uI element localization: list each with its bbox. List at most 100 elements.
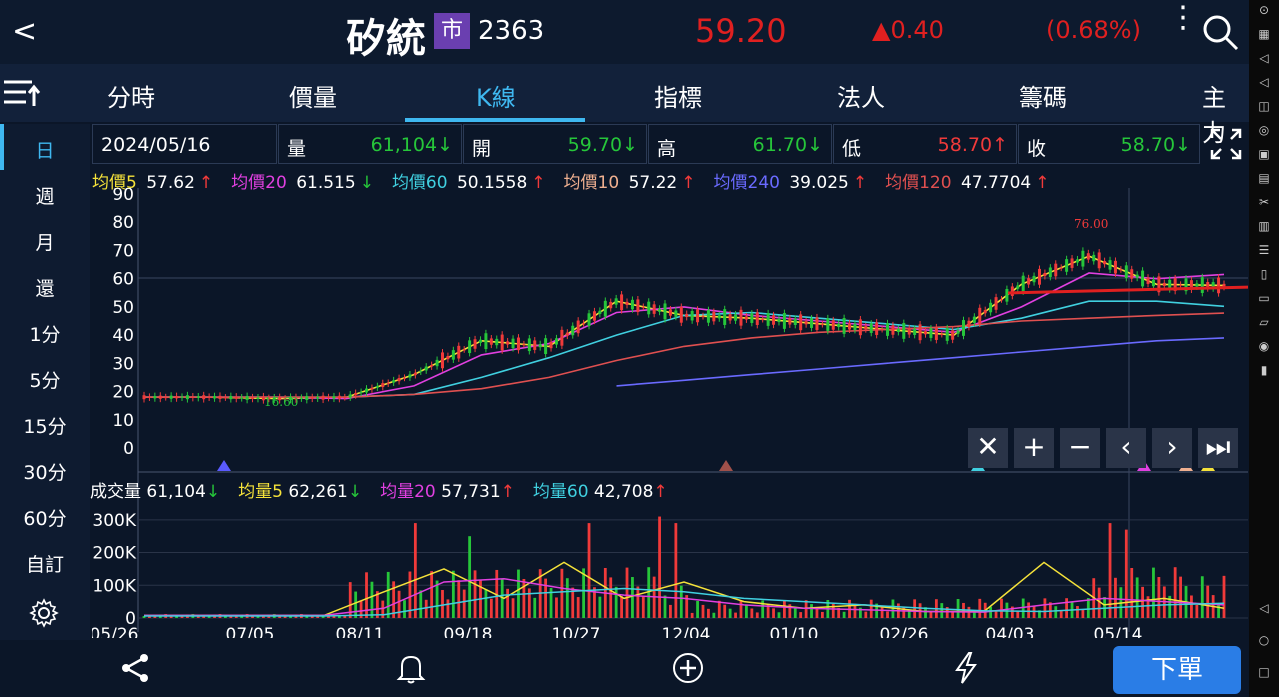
volume-bar <box>565 578 569 618</box>
period-1min[interactable]: 1分 <box>0 320 90 347</box>
vol-legend-arrow: ↑ <box>653 482 668 502</box>
volume-bar <box>1076 606 1079 618</box>
cut-icon[interactable]: ✂ <box>1256 194 1272 210</box>
price-tick-label: 90 <box>112 188 134 205</box>
volume-bar <box>571 587 575 618</box>
drawn-support-line <box>1007 285 1248 295</box>
keyboard-icon[interactable]: ▦ <box>1256 26 1272 42</box>
period-day[interactable]: 日 <box>0 136 90 163</box>
candle-body <box>1200 277 1204 293</box>
candle-body <box>647 301 651 315</box>
tab-indicators[interactable]: 指標 <box>654 78 702 113</box>
search-icon[interactable] <box>1200 12 1240 52</box>
candle-body <box>169 395 173 399</box>
candle-body <box>430 364 434 367</box>
volume-bar <box>484 589 488 618</box>
period-60min[interactable]: 60分 <box>0 504 90 531</box>
location-icon[interactable]: ◉ <box>1256 338 1272 354</box>
period-30min[interactable]: 30分 <box>0 458 90 485</box>
price-tick-label: 80 <box>112 213 134 233</box>
fullscreen-icon[interactable] <box>1208 126 1244 162</box>
volume-bar <box>696 600 699 618</box>
candle-body <box>419 370 423 372</box>
settings-gear-icon[interactable] <box>29 598 59 628</box>
volume-bar <box>658 516 661 618</box>
period-15min[interactable]: 15分 <box>0 412 90 439</box>
volume-tick-label: 300K <box>92 511 136 531</box>
ohlc-info-row: 2024/05/16 量 61,104↓ 開 59.70↓ 高 61.70↓ 低… <box>92 124 1248 164</box>
vol-legend-value: 42,708 <box>588 482 654 502</box>
period-month[interactable]: 月 <box>0 228 90 255</box>
candle-body <box>706 310 710 323</box>
folder-icon[interactable]: ▭ <box>1256 290 1272 306</box>
candle-body <box>739 309 743 326</box>
candle-body <box>945 328 949 341</box>
tab-price-volume[interactable]: 價量 <box>289 78 337 113</box>
candle-body <box>533 340 537 350</box>
candle-body <box>549 341 553 349</box>
lightning-icon[interactable] <box>949 651 983 685</box>
volume-bar <box>669 604 672 618</box>
scroll-right-button[interactable]: › <box>1152 428 1192 468</box>
volume-bar <box>636 586 640 618</box>
folder-open-icon[interactable]: ▱ <box>1256 314 1272 330</box>
screenshot-icon[interactable]: ◫ <box>1256 98 1272 114</box>
apk-icon[interactable]: ▤ <box>1256 170 1272 186</box>
volume-bar <box>370 581 374 618</box>
candle-body <box>717 315 721 319</box>
period-5min[interactable]: 5分 <box>0 366 90 393</box>
volume-bar <box>679 585 683 618</box>
place-order-button[interactable]: 下單 <box>1113 646 1241 694</box>
add-icon[interactable] <box>671 651 705 685</box>
nav-back-icon[interactable]: ◁ <box>1256 600 1272 616</box>
tab-chips[interactable]: 籌碼 <box>1019 78 1067 113</box>
candle-body <box>413 372 417 376</box>
share-icon[interactable] <box>118 651 152 685</box>
more-menu-icon[interactable]: ⋮ <box>1168 3 1198 33</box>
kline-chart[interactable]: 9080706050403020100300K200K100K005/26 07/… <box>92 188 1248 638</box>
media-icon[interactable]: ▥ <box>1256 218 1272 234</box>
display-icon[interactable]: ▣ <box>1256 146 1272 162</box>
tab-timeshare[interactable]: 分時 <box>107 78 155 113</box>
period-restore[interactable]: 還 <box>0 274 90 301</box>
scroll-left-button[interactable]: ‹ <box>1106 428 1146 468</box>
rotate-icon[interactable]: ◎ <box>1256 122 1272 138</box>
volume-down-icon[interactable]: ◁ <box>1256 50 1272 66</box>
list-icon[interactable]: ☰ <box>1256 242 1272 258</box>
back-button[interactable]: < <box>12 14 37 49</box>
candle-body <box>316 397 320 399</box>
high-label: 高 <box>657 138 677 160</box>
candle-body <box>940 334 944 336</box>
bell-icon[interactable] <box>394 651 428 685</box>
candle-body <box>354 392 358 396</box>
volume-bar <box>419 590 423 618</box>
tab-kline[interactable]: K線 <box>476 78 516 113</box>
jump-to-end-button[interactable]: ⏭ <box>1198 428 1238 468</box>
candle-body <box>891 325 895 335</box>
volume-up-icon[interactable]: ◁ <box>1256 74 1272 90</box>
zoom-in-button[interactable]: + <box>1014 428 1054 468</box>
period-week[interactable]: 週 <box>0 182 90 209</box>
record-icon[interactable]: ⊙ <box>1256 2 1272 18</box>
candle-body <box>685 313 689 318</box>
sort-menu-icon[interactable] <box>2 76 42 110</box>
vibrate-icon[interactable]: ▮ <box>1256 362 1272 378</box>
volume-bar <box>701 604 705 618</box>
tab-bar: 分時 價量 K線 指標 法人 籌碼 主力 <box>0 64 1249 147</box>
period-custom[interactable]: 自訂 <box>0 550 90 577</box>
open-cell: 開 59.70↓ <box>463 124 647 164</box>
nav-recent-icon[interactable]: □ <box>1256 664 1272 680</box>
close-control-button[interactable]: ✕ <box>968 428 1008 468</box>
vol-legend-item: 均量20 57,731↑ <box>380 482 515 502</box>
candle-body <box>1048 267 1052 277</box>
volume-bar <box>989 606 993 618</box>
candle-body <box>234 396 238 399</box>
nav-home-icon[interactable]: ○ <box>1256 632 1272 648</box>
candle-body <box>310 397 314 399</box>
stock-name: 矽統 <box>346 16 426 62</box>
candle-body <box>658 308 662 312</box>
vol-legend-arrow: ↑ <box>500 482 515 502</box>
zoom-out-button[interactable]: − <box>1060 428 1100 468</box>
shake-icon[interactable]: ▯ <box>1256 266 1272 282</box>
tab-institutional[interactable]: 法人 <box>837 78 885 113</box>
